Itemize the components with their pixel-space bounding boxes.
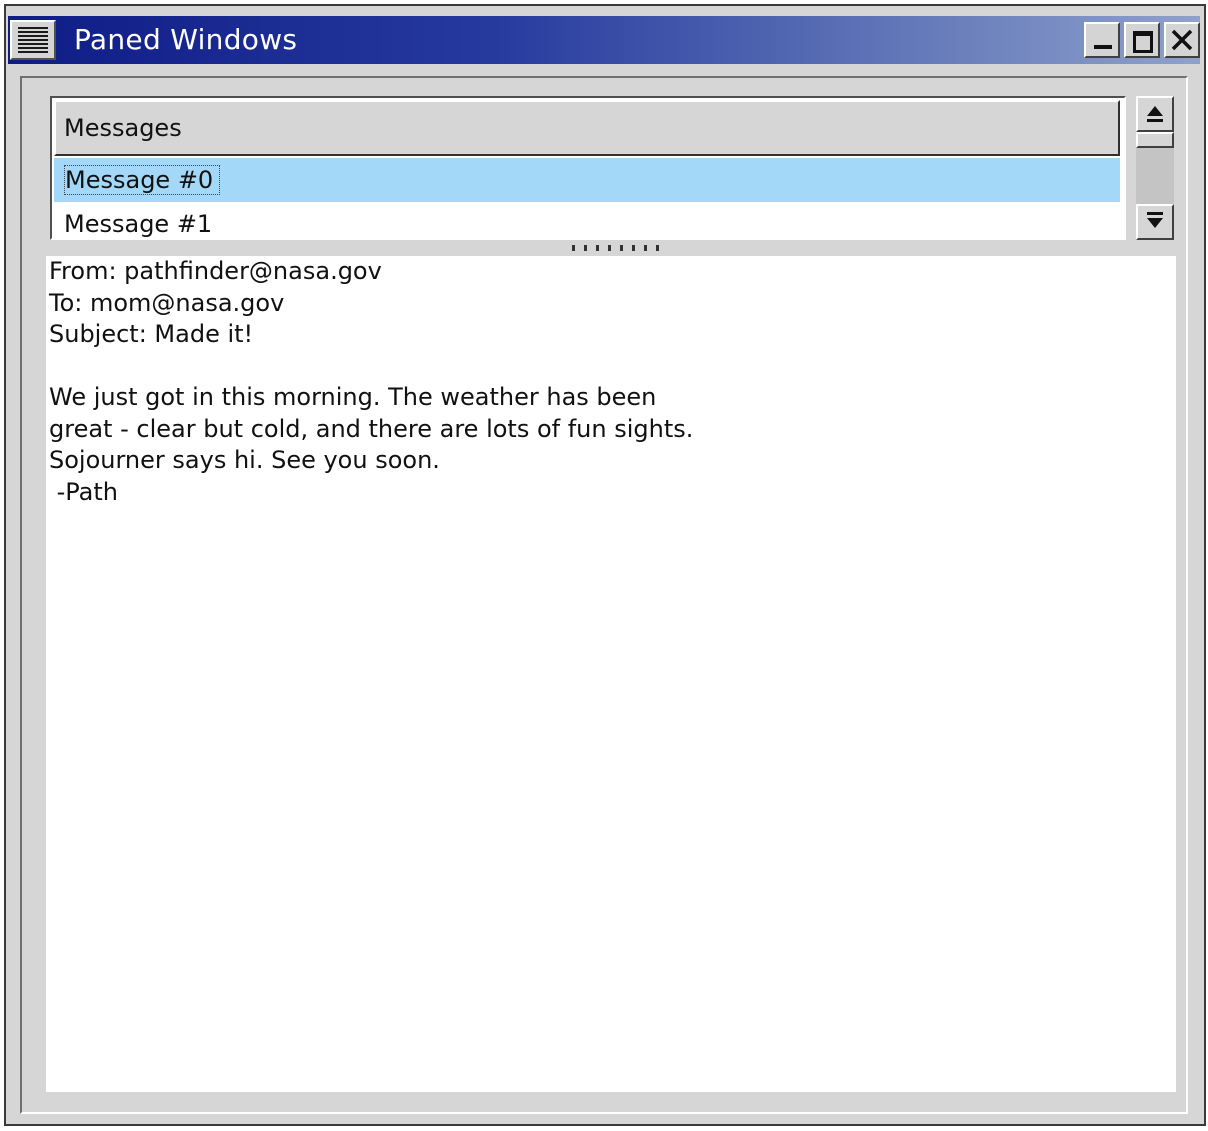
pane-sash-handle[interactable]: [572, 245, 660, 251]
arrow-down-bar: [1147, 212, 1163, 215]
list-item-label: Message #0: [64, 165, 221, 195]
arrow-up-bar: [1147, 119, 1163, 122]
minimize-button[interactable]: [1084, 22, 1120, 58]
close-button[interactable]: [1164, 22, 1200, 58]
list-item[interactable]: Message #1: [54, 202, 1120, 238]
scroll-down-button[interactable]: [1136, 204, 1174, 240]
message-line: great - clear but cold, and there are lo…: [49, 414, 694, 443]
message-line: [49, 351, 1176, 383]
arrow-down-icon: [1147, 218, 1163, 228]
list-column-header[interactable]: Messages: [54, 100, 1120, 156]
scroll-up-button[interactable]: [1136, 96, 1174, 132]
maximize-icon: [1133, 31, 1153, 53]
scroll-thumb[interactable]: [1136, 132, 1174, 148]
window-title: Paned Windows: [74, 23, 298, 56]
message-text-pane[interactable]: From: pathfinder@nasa.gov To: mom@nasa.g…: [46, 256, 1176, 1092]
minimize-icon: [1094, 45, 1112, 49]
system-menu-button[interactable]: [10, 20, 56, 60]
arrow-up-icon: [1147, 106, 1163, 116]
message-line: To: mom@nasa.gov: [49, 288, 285, 317]
message-line: We just got in this morning. The weather…: [49, 383, 657, 411]
message-line: Subject: Made it!: [49, 320, 254, 348]
hamburger-lines-icon: [18, 27, 48, 53]
message-line: Sojourner says hi. See you soon.: [49, 446, 440, 474]
close-icon: [1171, 29, 1193, 51]
list-item-selected[interactable]: Message #0: [54, 158, 1120, 202]
message-line: From: pathfinder@nasa.gov: [49, 257, 382, 285]
message-list[interactable]: Messages Message #0 Message #1: [50, 96, 1126, 240]
maximize-button[interactable]: [1124, 22, 1160, 58]
list-vertical-scrollbar[interactable]: [1136, 96, 1174, 240]
message-line: -Path: [49, 477, 119, 506]
